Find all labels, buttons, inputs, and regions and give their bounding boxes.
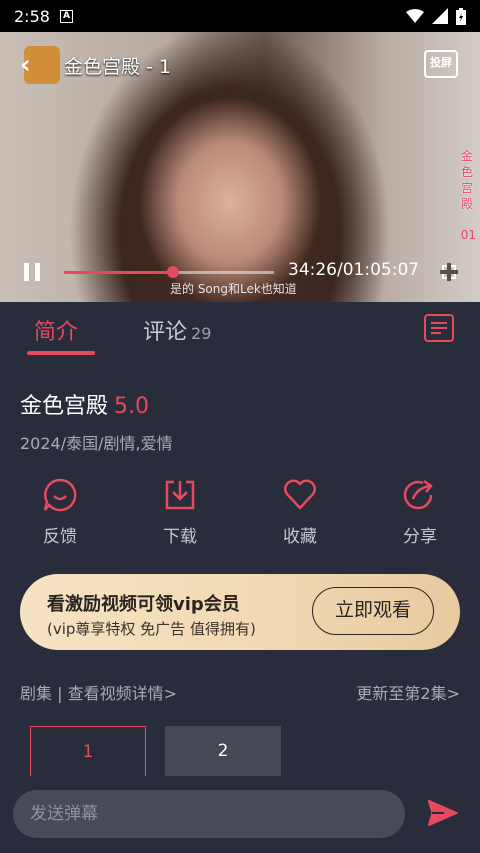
vip-banner[interactable]: 看激励视频可领vip会员 (vip尊享特权 免广告 值得拥有) 立即观看 xyxy=(20,574,460,650)
side-watermark-episode: 01 xyxy=(460,228,476,242)
notification-icon: A xyxy=(59,9,73,23)
side-title-char: 宫 xyxy=(460,181,473,195)
danmaku-bar xyxy=(0,776,480,853)
back-button[interactable]: ‹ xyxy=(20,50,31,80)
side-title-char: 色 xyxy=(460,165,473,179)
drama-meta: 2024/泰国/剧情,爱情 xyxy=(20,434,173,453)
status-icons xyxy=(406,7,466,25)
side-title-char: 殿 xyxy=(460,197,473,211)
favorite-label: 收藏 xyxy=(283,527,317,547)
episode-update-link[interactable]: 更新至第2集> xyxy=(356,680,460,704)
share-icon xyxy=(403,479,433,510)
progress-fill xyxy=(64,271,174,274)
vip-banner-title: 看激励视频可领vip会员 xyxy=(47,594,240,615)
player-controls: 34:26/01:05:07 xyxy=(0,258,480,288)
feedback-icon xyxy=(43,478,77,512)
status-bar: 2:58 A xyxy=(0,0,480,32)
comments-count: 29 xyxy=(191,324,212,343)
heart-icon xyxy=(284,479,316,510)
drama-title: 金色宫殿 5.0 xyxy=(20,388,149,420)
detail-tabs: 简介 评论 29 xyxy=(0,302,480,358)
episodes-header: 剧集 | 查看视频详情> 更新至第2集> xyxy=(20,680,460,704)
drama-score: 5.0 xyxy=(114,394,150,419)
playback-time: 34:26/01:05:07 xyxy=(288,260,420,280)
cast-button[interactable]: 投屏 xyxy=(424,50,458,78)
video-player[interactable]: ‹ 金色宫殿 - 1 投屏 金 色 宫 殿 01 是的 Song和Lek也知道 … xyxy=(0,32,480,302)
episode-item-selected[interactable]: 1 xyxy=(30,726,146,776)
danmaku-list-icon[interactable] xyxy=(424,314,454,342)
download-label: 下载 xyxy=(163,527,197,547)
battery-icon xyxy=(456,7,466,25)
progress-knob[interactable] xyxy=(167,266,180,278)
side-watermark-title: 金 色 宫 殿 xyxy=(458,148,476,212)
side-title-char: 金 xyxy=(460,149,473,163)
download-icon xyxy=(165,480,195,510)
tab-active-indicator xyxy=(27,351,95,355)
tab-intro[interactable]: 简介 xyxy=(34,314,78,346)
drama-name: 金色宫殿 xyxy=(20,394,109,419)
download-button[interactable]: 下载 xyxy=(140,478,220,547)
send-icon[interactable] xyxy=(428,800,458,826)
progress-bar[interactable] xyxy=(64,266,274,278)
status-time: 2:58 xyxy=(14,6,50,26)
wifi-icon xyxy=(406,9,424,23)
action-row: 反馈 下载 收藏 分享 xyxy=(0,478,480,548)
tab-comments[interactable]: 评论 29 xyxy=(143,314,211,346)
signal-icon xyxy=(432,8,448,24)
episode-item[interactable]: 2 xyxy=(165,726,281,776)
pause-icon[interactable] xyxy=(24,263,40,281)
favorite-button[interactable]: 收藏 xyxy=(260,478,340,547)
vip-banner-subtitle: (vip尊享特权 免广告 值得拥有) xyxy=(47,620,256,638)
danmaku-input[interactable] xyxy=(13,790,405,838)
feedback-label: 反馈 xyxy=(43,527,77,547)
watch-now-button[interactable]: 立即观看 xyxy=(312,587,434,635)
feedback-button[interactable]: 反馈 xyxy=(20,478,100,547)
episode-details-link[interactable]: 剧集 | 查看视频详情> xyxy=(20,684,177,703)
fullscreen-icon[interactable] xyxy=(440,263,458,281)
share-label: 分享 xyxy=(403,527,437,547)
tab-comments-label: 评论 xyxy=(143,320,188,345)
video-title: 金色宫殿 - 1 xyxy=(64,56,172,78)
share-button[interactable]: 分享 xyxy=(380,478,460,547)
